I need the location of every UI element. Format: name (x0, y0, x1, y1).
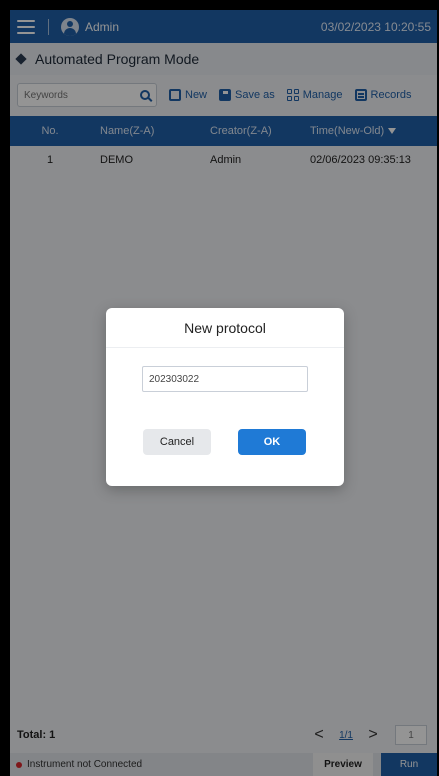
manage-label: Manage (302, 89, 343, 101)
total-count: Total: 1 (17, 729, 56, 741)
table-header: No. Name(Z-A) Creator(Z-A) Time(New-Old) (10, 116, 437, 146)
protocol-table: No. Name(Z-A) Creator(Z-A) Time(New-Old)… (10, 116, 437, 174)
search-input[interactable] (24, 89, 134, 101)
manage-button[interactable]: Manage (286, 89, 343, 101)
current-datetime: 03/02/2023 10:20:55 (320, 19, 431, 34)
cancel-button[interactable]: Cancel (143, 429, 211, 455)
protocol-name-input[interactable] (142, 366, 308, 392)
hamburger-menu-icon[interactable] (16, 18, 36, 36)
user-avatar-icon[interactable] (61, 17, 79, 36)
pagination: < 1/1 > (309, 725, 427, 745)
cell-no: 1 (46, 154, 54, 166)
header-divider (48, 18, 49, 35)
column-header-creator[interactable]: Creator(Z-A) (190, 125, 300, 137)
records-label: Records (370, 89, 412, 101)
prev-page-icon[interactable]: < (309, 726, 329, 744)
cell-name: DEMO (100, 154, 133, 166)
save-as-label: Save as (235, 89, 275, 101)
toolbar: New Save as Manage Records (10, 79, 437, 111)
top-bar: Admin 03/02/2023 10:20:55 (10, 10, 437, 43)
column-header-time[interactable]: Time(New-Old) (300, 125, 437, 137)
new-protocol-dialog: New protocol Cancel OK (106, 308, 344, 486)
search-box[interactable] (17, 83, 157, 107)
save-as-button[interactable]: Save as (219, 89, 275, 101)
status-bar: Instrument not Connected Preview Run (10, 753, 437, 776)
records-icon (354, 89, 367, 101)
run-button[interactable]: Run (381, 753, 437, 776)
new-label: New (185, 89, 208, 101)
page-jump-input[interactable] (395, 725, 427, 745)
page-indicator: 1/1 (339, 729, 353, 741)
new-file-icon (169, 89, 181, 101)
mode-title-bar: Automated Program Mode (10, 43, 437, 75)
column-header-name[interactable]: Name(Z-A) (90, 125, 190, 137)
cell-time: 02/06/2023 09:35:13 (310, 154, 411, 166)
column-header-time-label: Time(New-Old) (310, 125, 385, 137)
cell-creator: Admin (210, 154, 242, 166)
user-name: Admin (85, 19, 120, 34)
ok-button[interactable]: OK (238, 429, 306, 455)
dialog-title: New protocol (106, 308, 344, 348)
preview-button[interactable]: Preview (313, 753, 373, 776)
sort-down-icon (388, 128, 397, 135)
save-icon (219, 89, 232, 101)
connection-status-dot-icon (16, 761, 22, 768)
records-button[interactable]: Records (354, 89, 412, 101)
search-icon[interactable] (140, 90, 150, 100)
grid-icon (286, 89, 299, 101)
column-header-no[interactable]: No. (10, 125, 90, 137)
next-page-icon[interactable]: > (363, 726, 383, 744)
new-button[interactable]: New (169, 89, 207, 101)
table-row[interactable]: 1 DEMO Admin 02/06/2023 09:35:13 (10, 146, 437, 174)
layers-icon (16, 54, 27, 65)
page-title: Automated Program Mode (35, 51, 200, 67)
connection-status-text: Instrument not Connected (27, 759, 143, 770)
table-footer: Total: 1 < 1/1 > (10, 720, 437, 750)
